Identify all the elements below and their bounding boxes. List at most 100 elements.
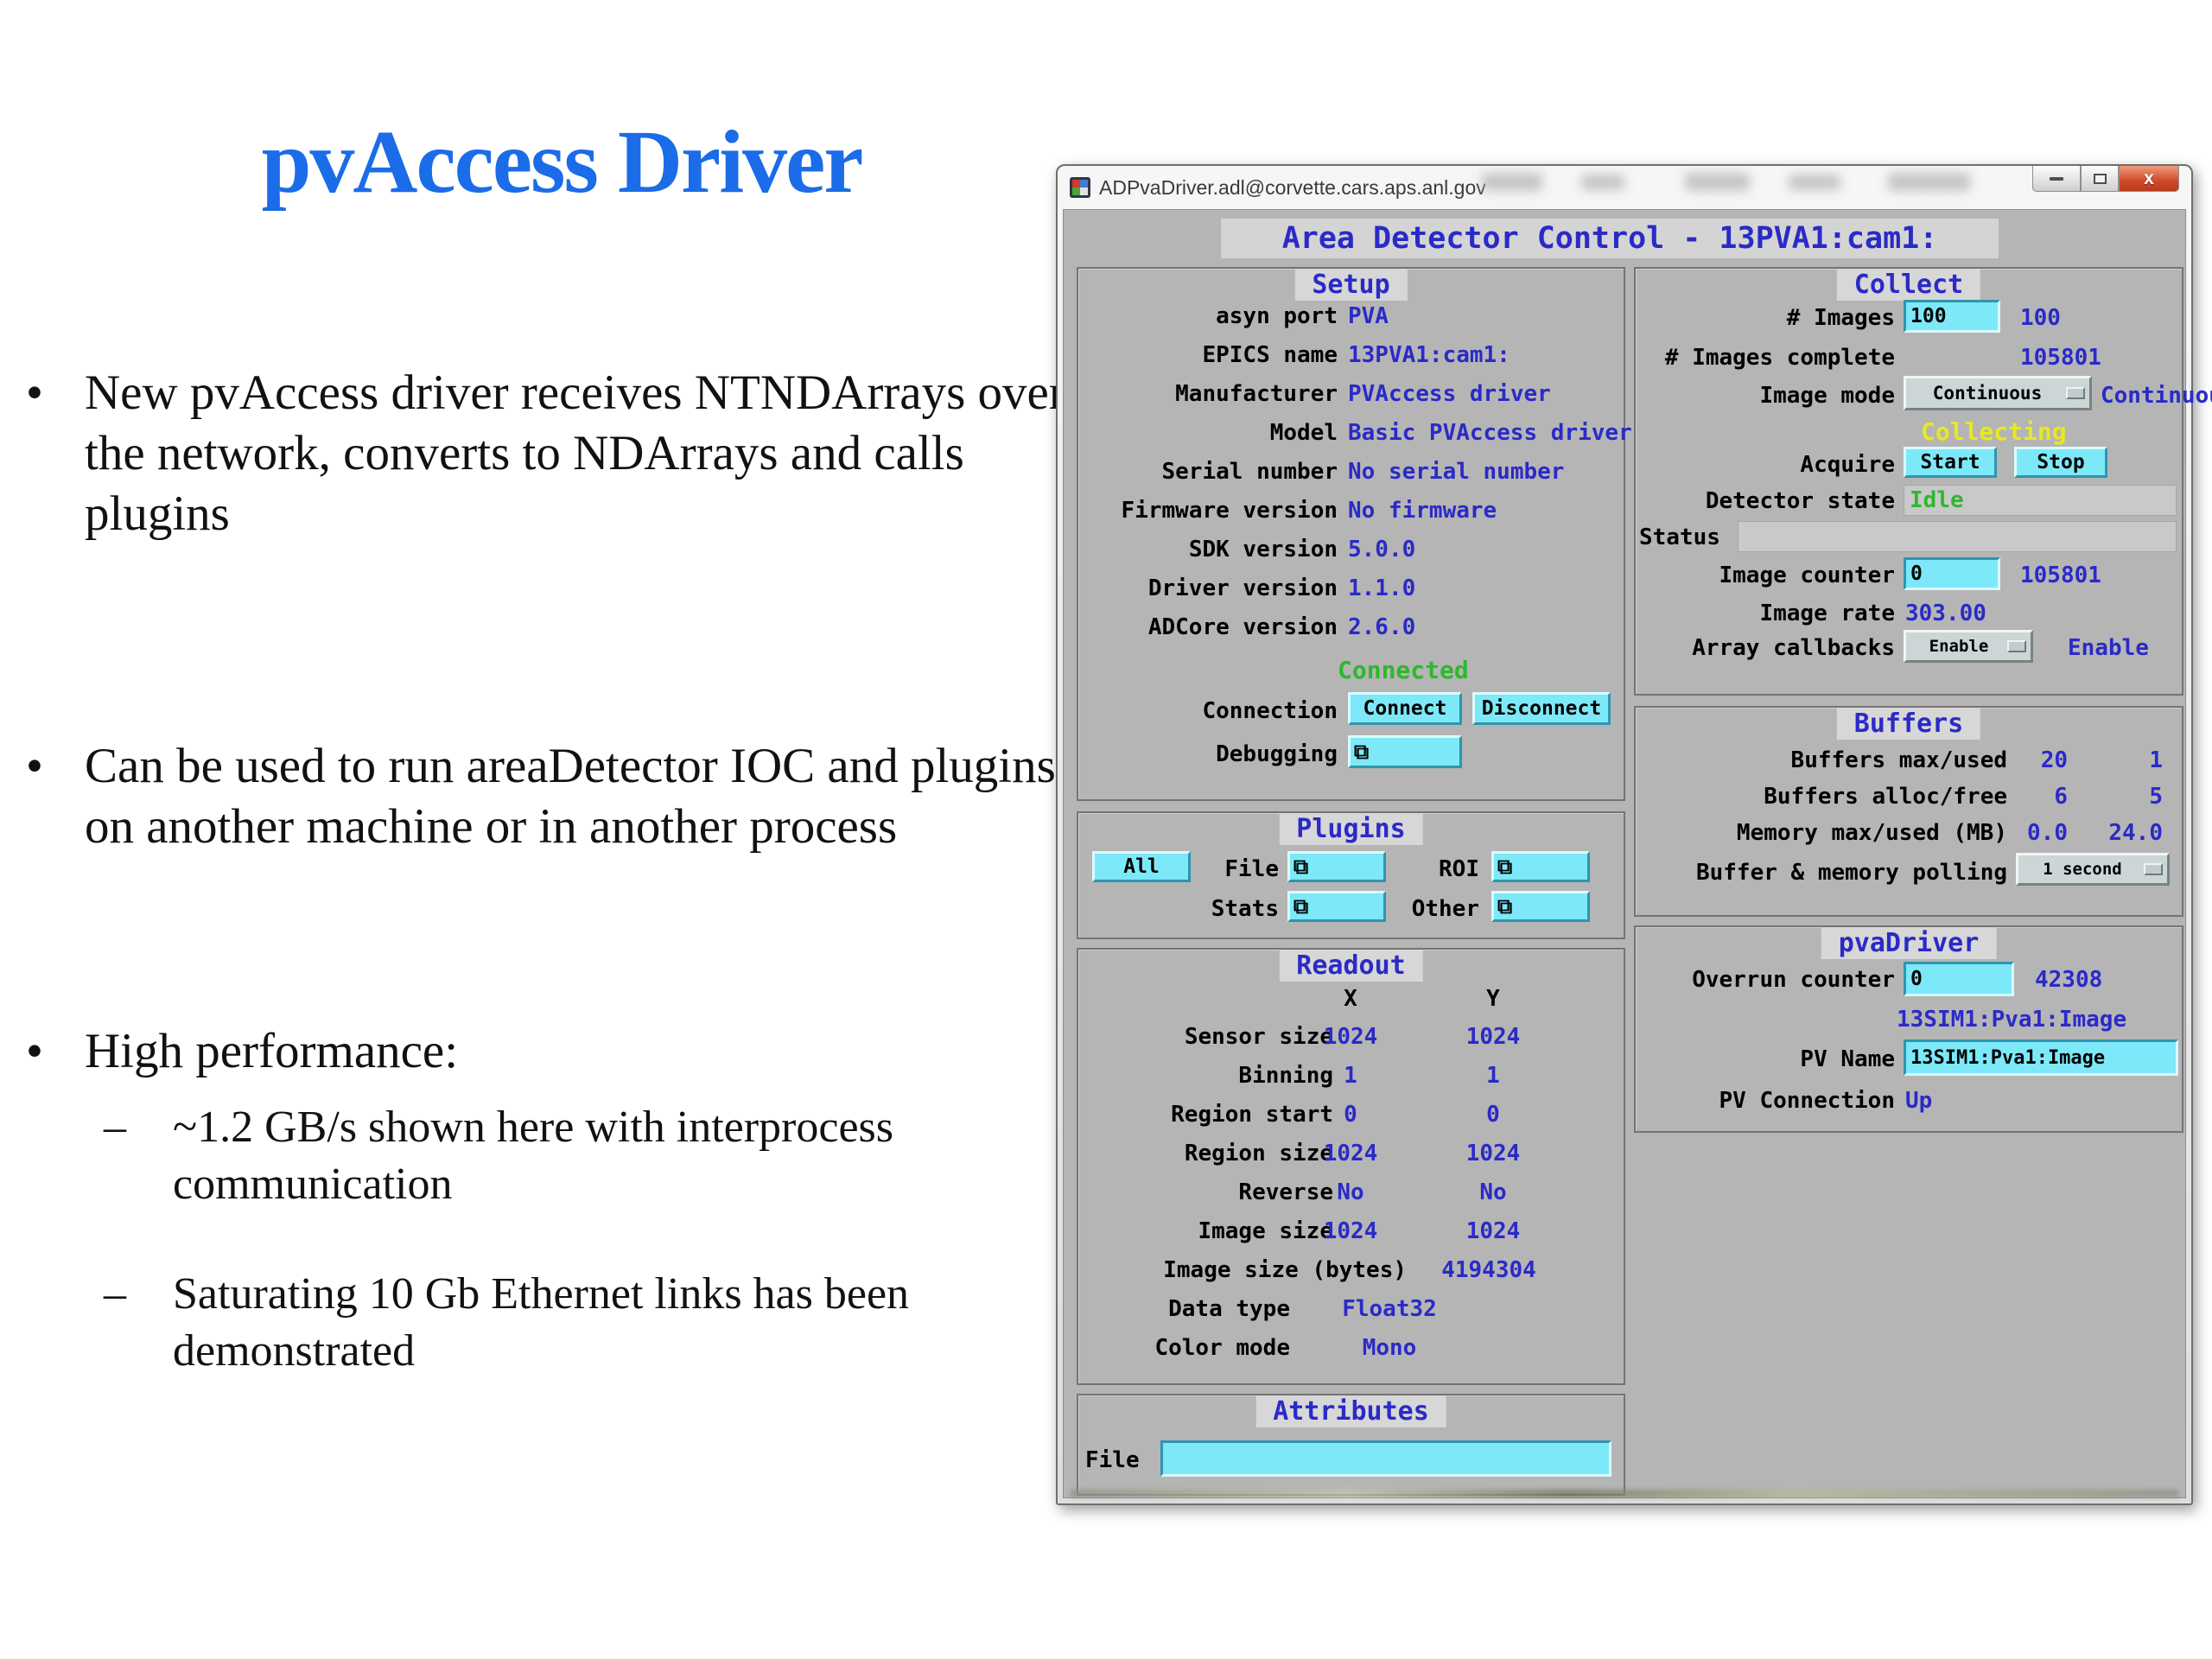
array-callbacks-readback: Enable — [2068, 635, 2149, 661]
plugins-roi-label: ROI — [1394, 856, 1479, 882]
setup-row-label: Manufacturer — [1078, 381, 1338, 407]
buffers-row-label: Buffers alloc/free — [1636, 784, 2007, 810]
close-icon: x — [2144, 168, 2154, 189]
num-images-readback: 100 — [2020, 305, 2061, 331]
setup-section-title: Setup — [1294, 269, 1407, 301]
plugins-roi-button[interactable]: ⧉ — [1491, 851, 1590, 882]
buffer-polling-dropdown[interactable]: 1 second — [2016, 853, 2170, 886]
readout-x-value: 0 — [1303, 1102, 1398, 1128]
buffers-section: Buffers Buffers max/used 20 1 Buffers al… — [1634, 706, 2183, 917]
buffer-polling-selected: 1 second — [2043, 860, 2122, 879]
image-mode-dropdown[interactable]: Continuous — [1904, 376, 2092, 410]
titlebar-ghost-text — [1888, 173, 1970, 191]
readout-section-title: Readout — [1279, 950, 1422, 982]
pvadriver-section: pvaDriver Overrun counter 0 42308 13SIM1… — [1634, 925, 2183, 1133]
attributes-file-input[interactable] — [1160, 1440, 1611, 1477]
readout-col-x: X — [1303, 986, 1398, 1012]
bullet-marker: • — [26, 736, 43, 797]
detector-state-label: Detector state — [1636, 488, 1895, 514]
attributes-section: Attributes File — [1077, 1394, 1625, 1496]
sub-bullet-2: – Saturating 10 Gb Ethernet links has be… — [104, 1266, 1033, 1380]
connect-button[interactable]: Connect — [1348, 692, 1462, 725]
titlebar-ghost-text — [1581, 175, 1624, 190]
bullet-2: • Can be used to run areaDetector IOC an… — [26, 736, 1071, 857]
setup-row-label: Driver version — [1078, 575, 1338, 601]
buffers-section-title: Buffers — [1837, 708, 1980, 740]
setup-row-value: 5.0.0 — [1348, 537, 1415, 563]
image-mode-selected: Continuous — [1933, 383, 2042, 404]
readout-row-label: Binning — [1078, 1063, 1333, 1089]
buffers-row-value2: 24.0 — [2102, 820, 2163, 846]
setup-row-label: Serial number — [1078, 459, 1338, 485]
collect-section-title: Collect — [1837, 269, 1980, 301]
bullet-marker: • — [26, 363, 43, 423]
acquire-start-button[interactable]: Start — [1904, 447, 1997, 478]
window-controls: x — [2032, 166, 2179, 192]
num-images-label: # Images — [1636, 305, 1895, 331]
image-counter-readback: 105801 — [2020, 563, 2101, 588]
readout-x-value: 1024 — [1303, 1141, 1398, 1166]
image-size-bytes-value: 4194304 — [1441, 1257, 1536, 1283]
setup-row-value: PVA — [1348, 303, 1389, 329]
connection-status-text: Connected — [1338, 656, 1469, 684]
maximize-button[interactable] — [2081, 166, 2119, 192]
status-label: Status — [1639, 524, 1720, 550]
array-callbacks-label: Array callbacks — [1636, 635, 1895, 661]
plugins-stats-button[interactable]: ⧉ — [1287, 891, 1386, 922]
buffer-polling-label: Buffer & memory polling — [1636, 860, 2007, 886]
setup-row-label: EPICS name — [1078, 342, 1338, 368]
array-callbacks-selected: Enable — [1929, 637, 1989, 656]
buffers-row-value1: 20 — [2007, 747, 2068, 773]
titlebar-ghost-text — [1789, 175, 1840, 190]
setup-row-label: asyn port — [1078, 303, 1338, 329]
bullet-1-text: New pvAccess driver receives NTNDArrays … — [85, 363, 1071, 544]
data-type-label: Data type — [1078, 1296, 1290, 1322]
readout-y-value: 0 — [1446, 1102, 1541, 1128]
plugins-all-button[interactable]: All — [1092, 851, 1191, 882]
setup-row-label: SDK version — [1078, 537, 1338, 563]
dropdown-handle-icon — [2066, 387, 2085, 399]
image-rate-label: Image rate — [1636, 601, 1895, 626]
buffers-row-value2: 1 — [2102, 747, 2163, 773]
attributes-section-title: Attributes — [1255, 1395, 1446, 1427]
setup-row-value: 2.6.0 — [1348, 614, 1415, 640]
plugins-section-title: Plugins — [1279, 813, 1422, 845]
attributes-file-label: File — [1085, 1447, 1140, 1473]
image-counter-label: Image counter — [1636, 563, 1895, 588]
image-counter-input[interactable]: 0 — [1904, 557, 2000, 590]
pv-name-readback: 13SIM1:Pva1:Image — [1897, 1007, 2126, 1033]
pv-connection-label: PV Connection — [1636, 1088, 1895, 1114]
plugins-file-button[interactable]: ⧉ — [1287, 851, 1386, 882]
disconnect-button[interactable]: Disconnect — [1472, 692, 1611, 725]
readout-row-label: Sensor size — [1078, 1024, 1333, 1050]
related-display-icon: ⧉ — [1497, 858, 1512, 875]
images-complete-readback: 105801 — [2020, 345, 2101, 371]
color-mode-label: Color mode — [1078, 1335, 1290, 1361]
readout-row-label: Image size — [1078, 1218, 1333, 1244]
image-size-bytes-label: Image size (bytes) — [1078, 1257, 1407, 1283]
readout-row-label: Region start — [1078, 1102, 1333, 1128]
titlebar-ghost-text — [1685, 173, 1750, 191]
window-bottom-blur — [1071, 1490, 2178, 1497]
readout-row-label: Reverse — [1078, 1179, 1333, 1205]
window-titlebar[interactable]: ADPvaDriver.adl@corvette.cars.aps.anl.go… — [1058, 166, 2191, 209]
collecting-status-text: Collecting — [1921, 417, 2067, 446]
plugins-other-label: Other — [1372, 896, 1479, 922]
buffers-row-label: Memory max/used (MB) — [1636, 820, 2007, 846]
num-images-input[interactable]: 100 — [1904, 300, 2000, 333]
overrun-counter-input[interactable]: 0 — [1904, 962, 2014, 996]
readout-y-value: No — [1446, 1179, 1541, 1205]
close-button[interactable]: x — [2119, 166, 2179, 192]
debugging-label: Debugging — [1078, 741, 1338, 767]
overrun-counter-readback: 42308 — [2035, 967, 2102, 993]
array-callbacks-dropdown[interactable]: Enable — [1904, 630, 2033, 663]
pv-name-input[interactable]: 13SIM1:Pva1:Image — [1904, 1039, 2178, 1076]
bullet-3: • High performance: — [26, 1021, 1071, 1082]
debugging-button[interactable]: ⧉ — [1348, 735, 1462, 768]
related-display-icon: ⧉ — [1294, 898, 1308, 915]
plugins-other-button[interactable]: ⧉ — [1491, 891, 1590, 922]
connection-label: Connection — [1078, 698, 1338, 724]
acquire-stop-button[interactable]: Stop — [2014, 447, 2107, 478]
minimize-button[interactable] — [2032, 166, 2081, 192]
collect-section: Collect # Images 100 100 # Images comple… — [1634, 267, 2183, 696]
